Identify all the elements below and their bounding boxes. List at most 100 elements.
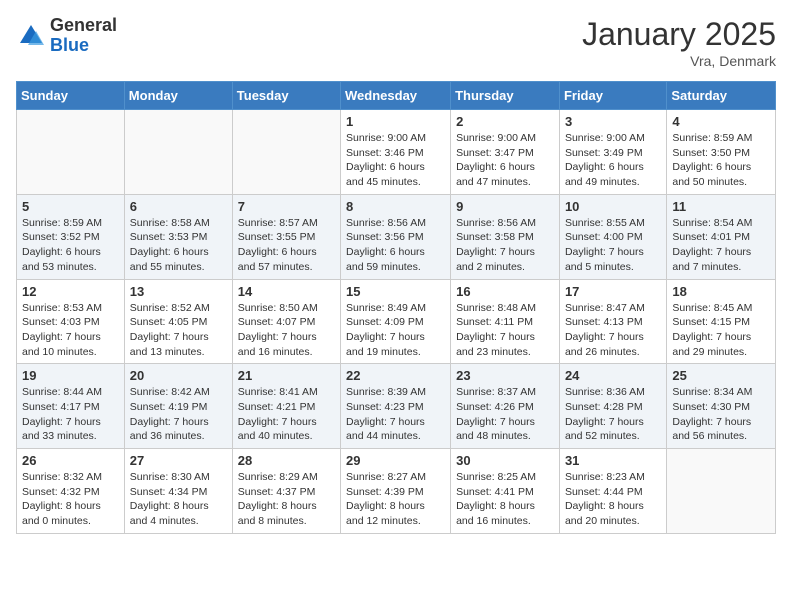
day-info: Sunrise: 8:45 AM Sunset: 4:15 PM Dayligh… xyxy=(672,301,770,360)
day-info: Sunrise: 8:53 AM Sunset: 4:03 PM Dayligh… xyxy=(22,301,119,360)
weekday-header: Wednesday xyxy=(341,82,451,110)
day-number: 27 xyxy=(130,453,227,468)
day-info: Sunrise: 8:32 AM Sunset: 4:32 PM Dayligh… xyxy=(22,470,119,529)
calendar-cell: 4Sunrise: 8:59 AM Sunset: 3:50 PM Daylig… xyxy=(667,110,776,195)
day-info: Sunrise: 8:50 AM Sunset: 4:07 PM Dayligh… xyxy=(238,301,335,360)
day-info: Sunrise: 8:29 AM Sunset: 4:37 PM Dayligh… xyxy=(238,470,335,529)
day-number: 25 xyxy=(672,368,770,383)
day-number: 31 xyxy=(565,453,661,468)
calendar-cell: 12 Sunrise: 8:53 AM Sunset: 4:03 PM Dayli… xyxy=(17,279,125,364)
calendar-cell: 14 Sunrise: 8:50 AM Sunset: 4:07 PM Dayli… xyxy=(232,279,340,364)
calendar-cell: 24Sunrise: 8:36 AM Sunset: 4:28 PM Dayli… xyxy=(559,364,666,449)
calendar-week-row: 12 Sunrise: 8:53 AM Sunset: 4:03 PM Dayli… xyxy=(17,279,776,364)
weekday-header: Thursday xyxy=(451,82,560,110)
day-number: 4 xyxy=(672,114,770,129)
day-number: 22 xyxy=(346,368,445,383)
day-info: Sunrise: 8:42 AM Sunset: 4:19 PM Dayligh… xyxy=(130,385,227,444)
calendar-cell: 26 Sunrise: 8:32 AM Sunset: 4:32 PM Dayli… xyxy=(17,449,125,534)
day-number: 9 xyxy=(456,199,554,214)
day-info: Sunrise: 8:47 AM Sunset: 4:13 PM Dayligh… xyxy=(565,301,661,360)
logo-icon xyxy=(16,21,46,51)
day-number: 5 xyxy=(22,199,119,214)
day-info: Sunrise: 8:44 AM Sunset: 4:17 PM Dayligh… xyxy=(22,385,119,444)
calendar-cell: 15Sunrise: 8:49 AM Sunset: 4:09 PM Dayli… xyxy=(341,279,451,364)
day-number: 17 xyxy=(565,284,661,299)
month-title: January 2025 xyxy=(582,16,776,53)
day-number: 10 xyxy=(565,199,661,214)
day-number: 23 xyxy=(456,368,554,383)
weekday-header: Friday xyxy=(559,82,666,110)
calendar: SundayMondayTuesdayWednesdayThursdayFrid… xyxy=(16,81,776,534)
location: Vra, Denmark xyxy=(582,53,776,69)
calendar-cell: 8Sunrise: 8:56 AM Sunset: 3:56 PM Daylig… xyxy=(341,194,451,279)
calendar-cell: 17 Sunrise: 8:47 AM Sunset: 4:13 PM Dayli… xyxy=(559,279,666,364)
day-info: Sunrise: 8:55 AM Sunset: 4:00 PM Dayligh… xyxy=(565,216,661,275)
day-number: 18 xyxy=(672,284,770,299)
day-info: Sunrise: 8:54 AM Sunset: 4:01 PM Dayligh… xyxy=(672,216,770,275)
calendar-week-row: 26 Sunrise: 8:32 AM Sunset: 4:32 PM Dayli… xyxy=(17,449,776,534)
day-info: Sunrise: 9:00 AM Sunset: 3:47 PM Dayligh… xyxy=(456,131,554,190)
calendar-cell: 11Sunrise: 8:54 AM Sunset: 4:01 PM Dayli… xyxy=(667,194,776,279)
day-info: Sunrise: 8:56 AM Sunset: 3:58 PM Dayligh… xyxy=(456,216,554,275)
calendar-cell: 13 Sunrise: 8:52 AM Sunset: 4:05 PM Dayli… xyxy=(124,279,232,364)
weekday-header: Saturday xyxy=(667,82,776,110)
day-number: 2 xyxy=(456,114,554,129)
day-number: 13 xyxy=(130,284,227,299)
calendar-cell: 5Sunrise: 8:59 AM Sunset: 3:52 PM Daylig… xyxy=(17,194,125,279)
day-info: Sunrise: 8:37 AM Sunset: 4:26 PM Dayligh… xyxy=(456,385,554,444)
calendar-cell: 10 Sunrise: 8:55 AM Sunset: 4:00 PM Dayli… xyxy=(559,194,666,279)
weekday-header: Sunday xyxy=(17,82,125,110)
day-number: 7 xyxy=(238,199,335,214)
day-info: Sunrise: 8:58 AM Sunset: 3:53 PM Dayligh… xyxy=(130,216,227,275)
calendar-cell: 30Sunrise: 8:25 AM Sunset: 4:41 PM Dayli… xyxy=(451,449,560,534)
weekday-header: Monday xyxy=(124,82,232,110)
calendar-week-row: 1Sunrise: 9:00 AM Sunset: 3:46 PM Daylig… xyxy=(17,110,776,195)
day-info: Sunrise: 8:30 AM Sunset: 4:34 PM Dayligh… xyxy=(130,470,227,529)
calendar-cell: 18 Sunrise: 8:45 AM Sunset: 4:15 PM Dayli… xyxy=(667,279,776,364)
day-number: 3 xyxy=(565,114,661,129)
day-number: 12 xyxy=(22,284,119,299)
calendar-cell xyxy=(17,110,125,195)
day-info: Sunrise: 8:23 AM Sunset: 4:44 PM Dayligh… xyxy=(565,470,661,529)
calendar-cell: 25 Sunrise: 8:34 AM Sunset: 4:30 PM Dayli… xyxy=(667,364,776,449)
day-info: Sunrise: 8:41 AM Sunset: 4:21 PM Dayligh… xyxy=(238,385,335,444)
calendar-week-row: 19 Sunrise: 8:44 AM Sunset: 4:17 PM Dayli… xyxy=(17,364,776,449)
logo: General Blue xyxy=(16,16,117,56)
calendar-cell: 27 Sunrise: 8:30 AM Sunset: 4:34 PM Dayli… xyxy=(124,449,232,534)
calendar-cell: 3 Sunrise: 9:00 AM Sunset: 3:49 PM Daylig… xyxy=(559,110,666,195)
day-info: Sunrise: 8:39 AM Sunset: 4:23 PM Dayligh… xyxy=(346,385,445,444)
calendar-cell: 28 Sunrise: 8:29 AM Sunset: 4:37 PM Dayli… xyxy=(232,449,340,534)
calendar-cell: 9 Sunrise: 8:56 AM Sunset: 3:58 PM Daylig… xyxy=(451,194,560,279)
calendar-cell: 22 Sunrise: 8:39 AM Sunset: 4:23 PM Dayli… xyxy=(341,364,451,449)
day-number: 29 xyxy=(346,453,445,468)
calendar-cell: 19 Sunrise: 8:44 AM Sunset: 4:17 PM Dayli… xyxy=(17,364,125,449)
calendar-cell: 2 Sunrise: 9:00 AM Sunset: 3:47 PM Daylig… xyxy=(451,110,560,195)
day-number: 14 xyxy=(238,284,335,299)
calendar-cell xyxy=(232,110,340,195)
logo-general: General xyxy=(50,16,117,36)
calendar-cell xyxy=(667,449,776,534)
logo-blue: Blue xyxy=(50,36,117,56)
day-number: 6 xyxy=(130,199,227,214)
day-number: 21 xyxy=(238,368,335,383)
calendar-cell: 6 Sunrise: 8:58 AM Sunset: 3:53 PM Daylig… xyxy=(124,194,232,279)
day-number: 1 xyxy=(346,114,445,129)
day-info: Sunrise: 8:57 AM Sunset: 3:55 PM Dayligh… xyxy=(238,216,335,275)
page-header: General Blue January 2025 Vra, Denmark xyxy=(16,16,776,69)
day-number: 26 xyxy=(22,453,119,468)
calendar-week-row: 5Sunrise: 8:59 AM Sunset: 3:52 PM Daylig… xyxy=(17,194,776,279)
title-section: January 2025 Vra, Denmark xyxy=(582,16,776,69)
calendar-cell: 23 Sunrise: 8:37 AM Sunset: 4:26 PM Dayli… xyxy=(451,364,560,449)
day-info: Sunrise: 9:00 AM Sunset: 3:49 PM Dayligh… xyxy=(565,131,661,190)
weekday-header: Tuesday xyxy=(232,82,340,110)
calendar-cell: 1Sunrise: 9:00 AM Sunset: 3:46 PM Daylig… xyxy=(341,110,451,195)
day-info: Sunrise: 8:34 AM Sunset: 4:30 PM Dayligh… xyxy=(672,385,770,444)
day-number: 30 xyxy=(456,453,554,468)
day-info: Sunrise: 8:48 AM Sunset: 4:11 PM Dayligh… xyxy=(456,301,554,360)
logo-text: General Blue xyxy=(50,16,117,56)
day-info: Sunrise: 8:36 AM Sunset: 4:28 PM Dayligh… xyxy=(565,385,661,444)
day-number: 28 xyxy=(238,453,335,468)
day-info: Sunrise: 8:52 AM Sunset: 4:05 PM Dayligh… xyxy=(130,301,227,360)
calendar-cell: 20Sunrise: 8:42 AM Sunset: 4:19 PM Dayli… xyxy=(124,364,232,449)
day-number: 19 xyxy=(22,368,119,383)
